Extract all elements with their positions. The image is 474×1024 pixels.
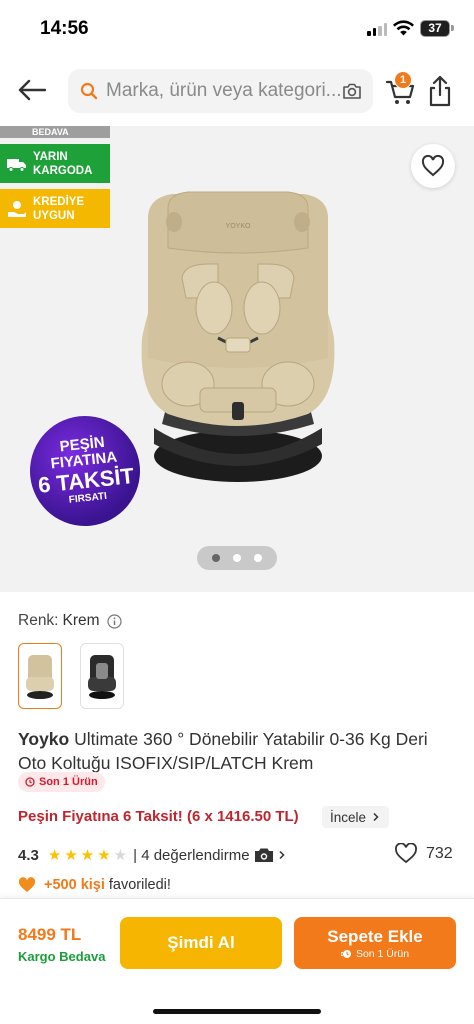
rating-stars: ★ ★ ★ ★ ★ bbox=[48, 848, 127, 863]
color-label-row: Renk: Krem bbox=[18, 612, 122, 630]
cart-count-badge: 1 bbox=[394, 71, 412, 89]
buy-now-label: Şimdi Al bbox=[167, 933, 235, 952]
bottom-action-bar: 8499 TL Kargo Bedava Şimdi Al Sepete Ekl… bbox=[0, 898, 474, 1024]
star-icon: ★ bbox=[47, 846, 62, 864]
share-icon bbox=[429, 75, 451, 107]
ribbon-tomorrow-cargo: YARIN KARGODA bbox=[0, 144, 110, 183]
battery-icon: 37 bbox=[420, 20, 450, 37]
battery-level: 37 bbox=[428, 21, 442, 35]
star-icon: ★ bbox=[97, 846, 111, 864]
svg-text:YOYKO: YOYKO bbox=[226, 223, 251, 230]
gallery-pager[interactable] bbox=[197, 546, 277, 570]
reviews-label: | 4 değerlendirme bbox=[133, 846, 250, 864]
variant-thumbnail bbox=[88, 655, 116, 699]
add-to-cart-sub-label: Son 1 Ürün bbox=[355, 947, 410, 960]
rating-row: 4.3 ★ ★ ★ ★ ★ | 4 değerlendirme bbox=[18, 844, 458, 866]
pager-dot[interactable] bbox=[233, 554, 241, 562]
product-gallery[interactable]: BEDAVA YARIN KARGODA KREDİYE UYGUN YOYKO bbox=[0, 126, 474, 592]
arrow-left-icon bbox=[18, 79, 46, 101]
star-icon: ★ bbox=[113, 846, 128, 864]
variant-thumbnail bbox=[26, 655, 54, 699]
back-button[interactable] bbox=[14, 74, 50, 106]
star-icon: ★ bbox=[80, 846, 95, 864]
last-item-label: Son 1 Ürün bbox=[39, 776, 98, 788]
rating-value: 4.3 bbox=[18, 846, 39, 864]
favorite-button[interactable] bbox=[411, 144, 455, 188]
status-time: 14:56 bbox=[40, 18, 89, 39]
favorited-count: +500 kişi bbox=[44, 877, 105, 893]
favorited-row: +500 kişi favoriledi! bbox=[18, 877, 171, 893]
photo-camera-icon bbox=[254, 848, 273, 862]
favorite-count-value: 732 bbox=[426, 844, 453, 862]
share-button[interactable] bbox=[424, 73, 456, 109]
header: 1 bbox=[0, 62, 474, 120]
wifi-icon bbox=[393, 20, 414, 36]
add-to-cart-label: Sepete Ekle bbox=[327, 926, 423, 946]
installment-text: Peşin Fiyatına 6 Taksit! (6 x 1416.50 TL… bbox=[18, 808, 299, 825]
home-indicator bbox=[153, 1009, 321, 1014]
pager-dot[interactable] bbox=[212, 554, 220, 562]
camera-icon[interactable] bbox=[341, 80, 363, 102]
color-variant-black[interactable] bbox=[80, 643, 124, 709]
last-item-tag: Son 1 Ürün bbox=[18, 772, 105, 792]
add-to-cart-button[interactable]: Sepete Ekle Son 1 Ürün bbox=[294, 917, 456, 969]
heart-icon bbox=[395, 843, 417, 864]
ribbon-cargo-label: YARIN KARGODA bbox=[33, 150, 93, 177]
favorited-text: favoriledi! bbox=[108, 877, 171, 893]
heart-icon bbox=[421, 155, 445, 177]
ribbon-free: BEDAVA bbox=[0, 126, 110, 138]
product-brand[interactable]: Yoyko bbox=[18, 729, 69, 749]
search-input[interactable] bbox=[98, 80, 341, 102]
color-variant-krem[interactable] bbox=[18, 643, 62, 709]
ribbon-credit-label: KREDİYE UYGUN bbox=[33, 195, 85, 222]
battery-nub bbox=[451, 25, 454, 31]
buy-now-button[interactable]: Şimdi Al bbox=[120, 917, 282, 969]
color-label: Renk: bbox=[18, 612, 59, 629]
product-image-car-seat: YOYKO bbox=[141, 191, 335, 482]
search-icon bbox=[80, 82, 98, 100]
chevron-right-icon bbox=[279, 850, 285, 860]
promo-line-4: FIRSATI bbox=[68, 490, 108, 506]
add-to-cart-sub: Son 1 Ürün bbox=[340, 947, 410, 960]
star-icon: ★ bbox=[64, 846, 78, 864]
inspect-link[interactable]: İncele bbox=[322, 806, 390, 828]
ribbon-credit: KREDİYE UYGUN bbox=[0, 189, 110, 228]
signal-icon bbox=[367, 23, 387, 36]
search-box[interactable] bbox=[68, 69, 373, 113]
reviews-link[interactable]: | 4 değerlendirme bbox=[133, 847, 285, 864]
price: 8499 TL bbox=[18, 925, 82, 944]
info-icon[interactable] bbox=[106, 613, 122, 629]
product-name: Ultimate 360 ° Dönebilir Yatabilir 0-36 … bbox=[18, 729, 428, 773]
orange-heart-icon bbox=[18, 877, 36, 892]
chevron-right-icon bbox=[373, 812, 379, 822]
pager-dot[interactable] bbox=[254, 554, 262, 562]
clock-icon bbox=[340, 949, 351, 958]
cargo-free-label: Kargo Bedava bbox=[18, 949, 106, 964]
clock-icon bbox=[25, 777, 35, 787]
favorite-count[interactable]: 732 bbox=[394, 843, 453, 864]
hand-coin-icon bbox=[8, 200, 26, 217]
truck-icon bbox=[7, 158, 26, 172]
product-title: Yoyko Ultimate 360 ° Dönebilir Yatabilir… bbox=[18, 727, 458, 775]
color-value: Krem bbox=[62, 612, 100, 629]
inspect-label: İncele bbox=[330, 809, 367, 825]
status-bar: 14:56 37 bbox=[0, 0, 474, 56]
